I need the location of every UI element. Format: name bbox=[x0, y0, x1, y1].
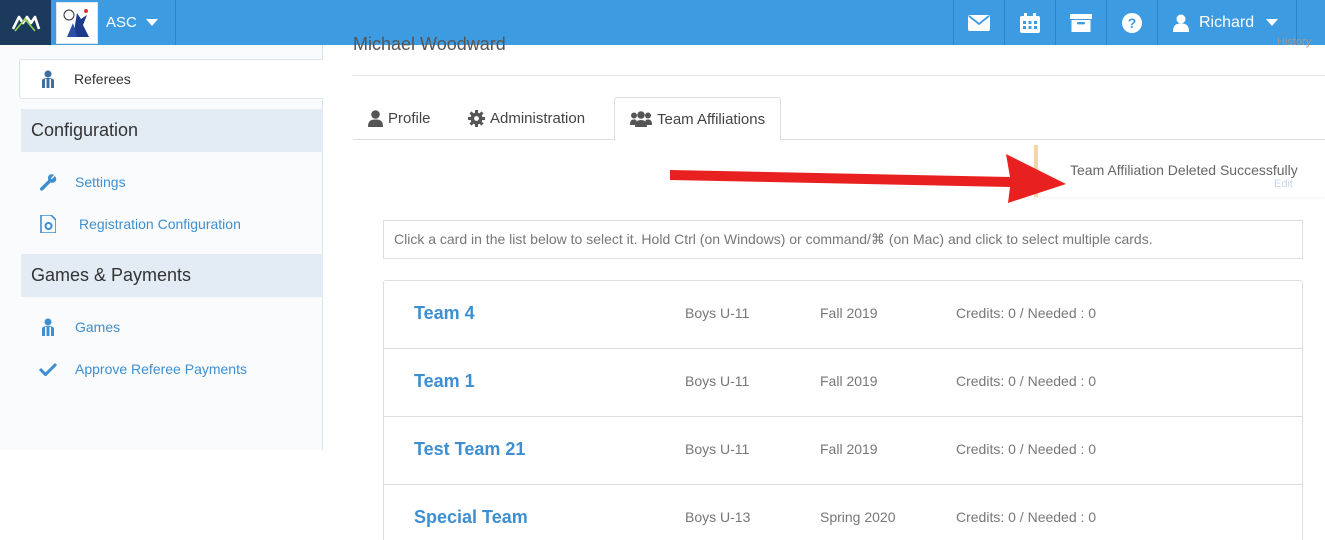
team-division: Boys U-13 bbox=[685, 509, 751, 525]
team-card[interactable]: Special Team Boys U-13 Spring 2020 Credi… bbox=[384, 485, 1302, 540]
checkmark-icon bbox=[39, 362, 57, 376]
sidebar-item-registration-configuration[interactable]: Registration Configuration bbox=[38, 212, 241, 236]
selection-hint: Click a card in the list below to select… bbox=[383, 220, 1303, 259]
help-button[interactable]: ? bbox=[1106, 0, 1156, 45]
section-header-configuration: Configuration bbox=[21, 109, 323, 152]
chevron-down-icon bbox=[1266, 19, 1279, 26]
user-name: Richard bbox=[1199, 13, 1255, 31]
tab-profile[interactable]: Profile bbox=[368, 97, 431, 140]
calendar-icon bbox=[1019, 12, 1040, 33]
team-card-list: Team 4 Boys U-11 Fall 2019 Credits: 0 / … bbox=[383, 280, 1303, 540]
archive-icon bbox=[1069, 13, 1092, 32]
red-arrow-annotation bbox=[670, 154, 1066, 203]
chevron-down-icon bbox=[145, 19, 158, 26]
sidebar-item-label: Settings bbox=[75, 174, 126, 190]
sidebar-item-label: Referees bbox=[74, 71, 131, 87]
person-name-heading: Michael Woodward bbox=[353, 34, 506, 54]
team-season: Spring 2020 bbox=[820, 509, 896, 525]
team-division: Boys U-11 bbox=[685, 305, 750, 321]
toast-edit-link[interactable]: Edit bbox=[1274, 178, 1293, 190]
org-name: ASC bbox=[106, 14, 137, 31]
org-switcher[interactable]: ASC bbox=[51, 0, 176, 45]
sidebar-item-settings[interactable]: Settings bbox=[38, 170, 126, 194]
user-icon bbox=[368, 110, 383, 127]
referee-icon bbox=[42, 318, 54, 336]
app-logo[interactable] bbox=[0, 0, 51, 45]
tab-bar: Profile Administration Team Affiliations bbox=[353, 97, 1325, 141]
team-name[interactable]: Special Team bbox=[414, 507, 528, 528]
history-link[interactable]: History bbox=[1277, 36, 1311, 48]
team-credits: Credits: 0 / Needed : 0 bbox=[956, 373, 1097, 389]
file-settings-icon bbox=[40, 215, 56, 233]
messages-button[interactable] bbox=[953, 0, 1003, 45]
envelope-icon bbox=[967, 14, 990, 31]
tab-team-affiliations[interactable]: Team Affiliations bbox=[614, 97, 782, 141]
team-card[interactable]: Team 4 Boys U-11 Fall 2019 Credits: 0 / … bbox=[384, 281, 1302, 349]
tab-administration[interactable]: Administration bbox=[468, 97, 585, 140]
sidebar-item-label: Games bbox=[75, 319, 121, 335]
team-name[interactable]: Team 1 bbox=[414, 371, 475, 392]
svg-text:?: ? bbox=[1127, 15, 1136, 31]
team-credits: Credits: 0 / Needed : 0 bbox=[956, 509, 1097, 525]
team-division: Boys U-11 bbox=[685, 373, 750, 389]
users-icon bbox=[630, 111, 652, 127]
divider bbox=[353, 75, 1325, 76]
archive-button[interactable] bbox=[1055, 0, 1105, 45]
section-header-games-payments: Games & Payments bbox=[21, 254, 323, 297]
team-season: Fall 2019 bbox=[820, 373, 878, 389]
team-name[interactable]: Test Team 21 bbox=[414, 439, 525, 460]
sidebar-item-label: Approve Referee Payments bbox=[75, 361, 247, 377]
sidebar-item-label: Registration Configuration bbox=[79, 216, 241, 232]
wrench-icon bbox=[39, 174, 57, 191]
team-card[interactable]: Team 1 Boys U-11 Fall 2019 Credits: 0 / … bbox=[384, 349, 1302, 417]
referee-icon bbox=[42, 70, 54, 88]
app-logo-icon bbox=[11, 15, 40, 32]
user-menu[interactable]: Richard bbox=[1157, 0, 1297, 45]
sidebar-item-approve-referee-payments[interactable]: Approve Referee Payments bbox=[38, 357, 247, 381]
sidebar: Referees Configuration Settings Registra… bbox=[0, 45, 323, 450]
sidebar-item-games[interactable]: Games bbox=[38, 315, 120, 339]
top-navbar: ASC ? Richard bbox=[0, 0, 1325, 45]
team-name[interactable]: Team 4 bbox=[414, 303, 475, 324]
toast-message: Team Affiliation Deleted Successfully bbox=[1070, 162, 1298, 178]
team-card[interactable]: Test Team 21 Boys U-11 Fall 2019 Credits… bbox=[384, 417, 1302, 485]
team-credits: Credits: 0 / Needed : 0 bbox=[956, 441, 1097, 457]
question-icon: ? bbox=[1121, 12, 1142, 33]
team-division: Boys U-11 bbox=[685, 441, 750, 457]
user-icon bbox=[1173, 14, 1189, 32]
calendar-button[interactable] bbox=[1004, 0, 1054, 45]
success-toast: Team Affiliation Deleted Successfully Ed… bbox=[1034, 145, 1325, 197]
team-season: Fall 2019 bbox=[820, 441, 878, 457]
org-crest-icon bbox=[56, 1, 98, 44]
gear-icon bbox=[468, 110, 485, 127]
team-credits: Credits: 0 / Needed : 0 bbox=[956, 305, 1097, 321]
sidebar-item-referees[interactable]: Referees bbox=[19, 59, 323, 99]
team-season: Fall 2019 bbox=[820, 305, 878, 321]
